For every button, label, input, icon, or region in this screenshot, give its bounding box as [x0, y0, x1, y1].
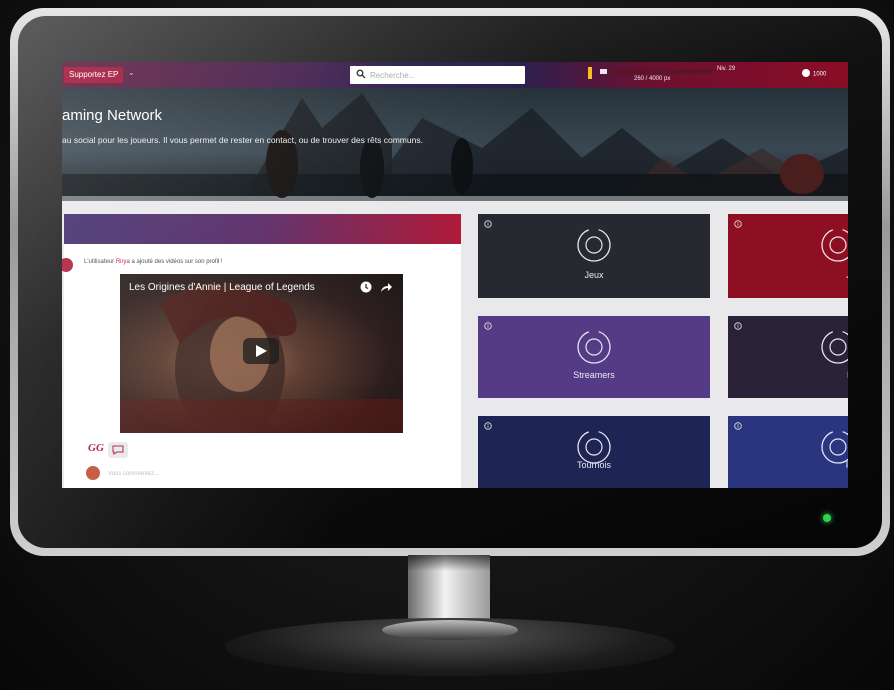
stand-base-ring [382, 620, 518, 640]
video-title: Les Origines d'Annie | League of Legends [129, 282, 315, 293]
stand-shadow [408, 555, 490, 571]
share-icon[interactable] [380, 281, 393, 293]
comment-button[interactable] [108, 442, 128, 458]
xp-progress-fill [600, 69, 608, 74]
comment-input[interactable] [108, 468, 448, 480]
alert-icon[interactable] [588, 67, 592, 79]
search-bar [350, 66, 525, 84]
tile-label: Tournois [576, 460, 612, 470]
commenter-avatar [86, 466, 100, 480]
power-indicator-light [823, 514, 831, 522]
tile-label: Streamers [573, 370, 615, 380]
team-icon [821, 330, 848, 364]
tile-2[interactable]: Joue [728, 214, 848, 298]
monitor-screen: Supportez EP ⌄ Niv. 29 260 / 4000 px 100… [62, 62, 848, 488]
info-icon[interactable] [484, 220, 492, 228]
tile-1[interactable]: Jeux [478, 214, 710, 298]
top-navigation-bar: Supportez EP ⌄ Niv. 29 260 / 4000 px 100… [62, 62, 848, 88]
tile-5[interactable]: Tournois [478, 416, 710, 488]
chevron-down-icon[interactable]: ⌄ [128, 68, 135, 77]
hero-title: aming Network [62, 107, 163, 124]
video-player[interactable]: Les Origines d'Annie | League of Legends [120, 274, 403, 433]
feed-post-user-link[interactable]: Rirya [116, 259, 130, 265]
xp-level-label: Niv. 29 [717, 66, 736, 72]
info-icon[interactable] [484, 322, 492, 330]
gamepad-icon [577, 228, 611, 262]
search-input[interactable] [370, 68, 520, 82]
gg-logo: GG [88, 442, 104, 454]
tile-label: Pseu [826, 460, 848, 470]
hero-banner: aming Network au social pour les joueurs… [62, 88, 848, 201]
info-icon[interactable] [734, 220, 742, 228]
search-icon[interactable] [356, 69, 366, 79]
coin-icon [802, 69, 810, 77]
tile-label: Jeux [584, 270, 604, 280]
watch-later-icon[interactable] [360, 281, 372, 293]
support-button[interactable]: Supportez EP [64, 67, 124, 83]
tile-4[interactable]: Equi [728, 316, 848, 398]
activity-feed-card: L'utilisateur Rirya a ajouté des vidéos … [62, 214, 461, 488]
xp-progress-text: 260 / 4000 px [634, 76, 671, 82]
camera-icon [577, 330, 611, 364]
feed-post-text: L'utilisateur Rirya a ajouté des vidéos … [84, 259, 223, 265]
xp-progress-bar [600, 69, 712, 74]
hero-description: au social pour les joueurs. Il vous perm… [62, 135, 423, 145]
feed-post-prefix: L'utilisateur [84, 259, 116, 265]
play-icon [256, 345, 267, 357]
play-button[interactable] [243, 338, 279, 364]
feed-header [64, 214, 461, 244]
info-icon[interactable] [734, 322, 742, 330]
info-icon[interactable] [484, 422, 492, 430]
tile-6[interactable]: Pseu [728, 416, 848, 488]
user-avatar[interactable] [62, 258, 73, 272]
coins-value: 1000 [813, 71, 827, 78]
tile-label: Equi [826, 370, 848, 380]
comment-icon [112, 445, 124, 455]
player-icon [821, 228, 848, 262]
coins-display[interactable]: 1000 [802, 69, 827, 78]
feed-post-suffix: a ajouté des vidéos sur son profil ! [129, 259, 223, 265]
tile-label: Joue [826, 270, 848, 280]
info-icon[interactable] [734, 422, 742, 430]
tile-3[interactable]: Streamers [478, 316, 710, 398]
